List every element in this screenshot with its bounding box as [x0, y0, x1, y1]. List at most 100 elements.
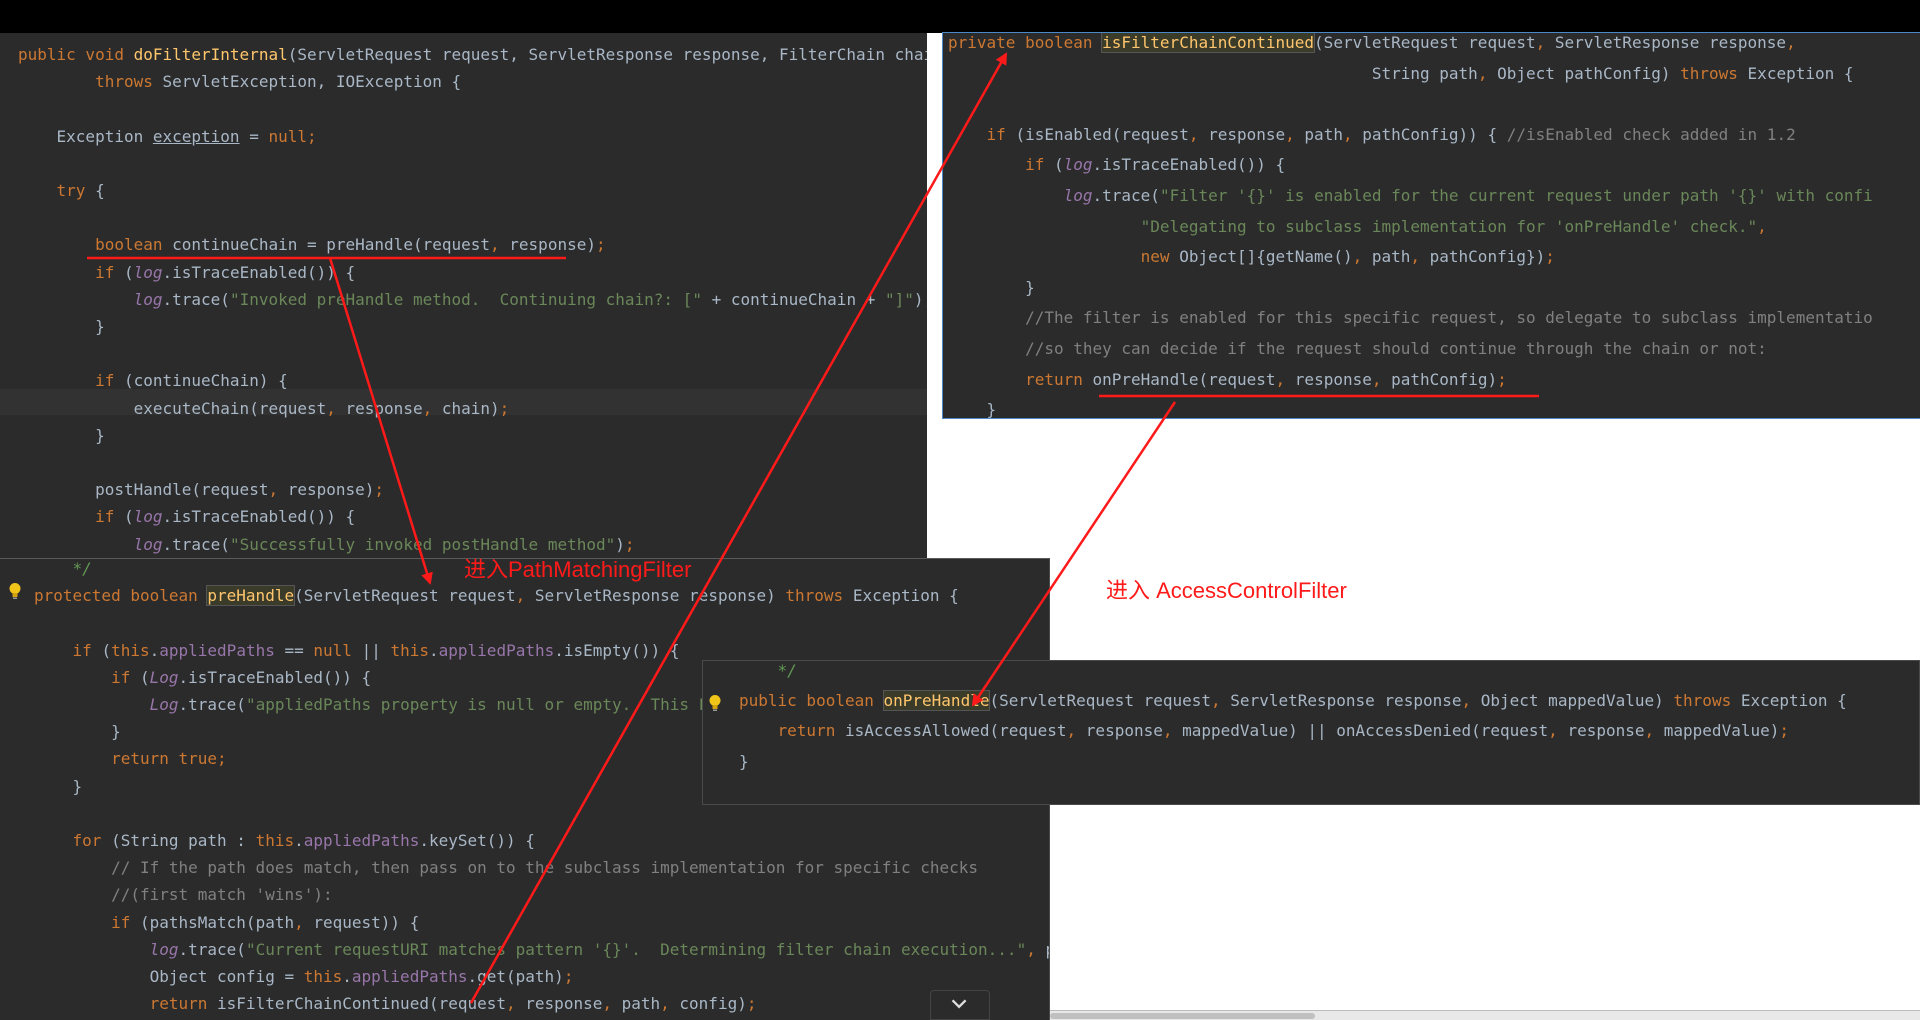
code-token: if [986, 124, 1016, 144]
code-token: doFilterInternal [133, 45, 288, 64]
code-line: private boolean isFilterChainContinued(S… [948, 33, 1796, 57]
code-token: ; [499, 398, 510, 418]
code-token: Exception { [1747, 63, 1854, 83]
code-token: if [95, 262, 124, 282]
code-token: ; [924, 290, 927, 309]
code-token: , [660, 994, 680, 1014]
code-token: executeChain(request [18, 398, 327, 418]
code-line: if (pathsMatch(path, request)) { [34, 913, 419, 937]
code-token: //isEnabled check added in 1.2 [1506, 124, 1796, 144]
code-token: + continueChain + [711, 289, 885, 309]
code-token: request)) { [313, 912, 420, 932]
code-token: log [133, 534, 163, 554]
code-line: for (String path : this.appliedPaths.key… [34, 831, 535, 855]
code-token: } [34, 776, 83, 796]
code-token: == [284, 640, 314, 660]
code-token: if [111, 667, 140, 687]
code-line: executeChain(request, response, chain); [18, 398, 510, 423]
lightbulb-icon[interactable] [708, 694, 722, 712]
horizontal-scrollbar[interactable] [1050, 1010, 1920, 1020]
code-token: .trace( [178, 939, 246, 959]
code-token: Log [149, 695, 179, 714]
code-token: if [95, 371, 124, 391]
code-token: this [303, 967, 343, 986]
lightbulb-icon[interactable] [8, 582, 22, 600]
code-panel-isfilterchaincontinued[interactable]: private boolean isFilterChainContinued(S… [943, 33, 1920, 418]
code-token: (isEnabled(request [1015, 124, 1189, 144]
code-token: boolean [95, 235, 173, 255]
code-token: String path [948, 63, 1478, 83]
code-panel-dofilterinternal[interactable]: public void doFilterInternal(ServletRequ… [0, 33, 927, 558]
code-token: if [1025, 155, 1054, 175]
code-token: ; [595, 235, 606, 255]
scrollbar-thumb[interactable] [1050, 1013, 1315, 1019]
code-token: , [326, 398, 346, 418]
code-token: ; [624, 534, 635, 554]
code-line: return isFilterChainContinued(request, r… [34, 994, 757, 1018]
code-token: path [1371, 247, 1411, 267]
code-token: appliedPaths [438, 640, 555, 660]
code-token: exception [152, 126, 240, 146]
code-line: if (isEnabled(request, response, path, p… [948, 125, 1796, 149]
chevron-down-icon [951, 999, 967, 1009]
code-token: continueChain = preHandle(request [172, 235, 491, 255]
code-line: throws ServletException, IOException { [18, 72, 461, 96]
code-token: //so they can decide if the request shou… [1025, 339, 1767, 358]
code-token: (ServletRequest request, ServletResponse… [287, 45, 927, 64]
code-line: } [948, 278, 1035, 302]
code-token: postHandle(request [18, 480, 269, 500]
code-token: "Successfully invoked postHandle method" [229, 534, 616, 554]
code-line: protected boolean preHandle(ServletReque… [34, 585, 959, 610]
code-line: public void doFilterInternal(ServletRequ… [18, 45, 927, 69]
code-line: public boolean onPreHandle(ServletReques… [739, 690, 1847, 715]
collapse-button[interactable] [930, 990, 990, 1020]
code-line: return true; [34, 749, 227, 773]
code-line: if (continueChain) { [18, 371, 288, 395]
code-token: public boolean [739, 691, 884, 711]
code-token: , [1477, 63, 1498, 83]
code-token: response) [287, 480, 375, 500]
code-line: } [34, 722, 121, 746]
code-token: return [1025, 369, 1093, 389]
code-token: pathConfig)) { [1362, 124, 1507, 144]
code-token: (String path : [111, 831, 256, 850]
annotation-path-matching: 进入PathMatchingFilter [464, 557, 692, 582]
code-token: isAccessAllowed(request [844, 721, 1067, 741]
code-token: log [1063, 155, 1093, 175]
code-token: , [602, 994, 622, 1014]
code-token: config) [679, 994, 747, 1014]
code-token: isFilterChainContinued [1101, 33, 1316, 53]
code-line: } [18, 317, 105, 341]
code-token: (ServletRequest request [294, 586, 516, 606]
code-token: throws [1673, 691, 1741, 711]
code-token: ) [913, 289, 924, 309]
code-token: , [1188, 124, 1209, 144]
code-token: try [56, 181, 96, 200]
code-token: , [1211, 691, 1231, 711]
code-token: , [506, 994, 526, 1014]
code-panel-onprehandle[interactable]: */ public boolean onPreHandle(ServletRequ… [702, 660, 1920, 805]
code-token: log [1063, 186, 1093, 205]
code-token: } [34, 722, 121, 742]
code-token: (ServletRequest request [989, 691, 1212, 711]
code-token: } [739, 751, 749, 771]
code-token: ; [1545, 247, 1555, 267]
top-black-bar [0, 0, 1920, 33]
code-token: || [361, 640, 391, 660]
code-token: path [1304, 124, 1343, 144]
code-token: ; [1497, 369, 1507, 389]
code-line: } [739, 752, 749, 776]
